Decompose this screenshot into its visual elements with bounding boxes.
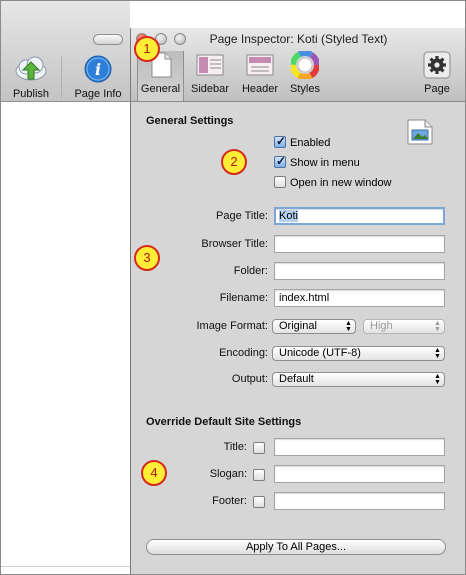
show-in-menu-checkbox-box[interactable] — [274, 154, 286, 168]
folder-label: Folder: — [233, 265, 268, 277]
info-icon: i — [84, 55, 112, 83]
enabled-checkbox[interactable]: Enabled — [274, 134, 331, 150]
output-label: Output: — [231, 373, 268, 385]
output-select[interactable]: Default ▲ ▼ — [272, 372, 445, 387]
tab-sidebar-label: Sidebar — [191, 83, 229, 95]
tab-styles[interactable]: Styles — [285, 51, 325, 101]
override-title-checkbox[interactable] — [253, 442, 265, 454]
page-info-button[interactable]: i Page Info — [69, 54, 127, 100]
popup-arrows-icon: ▲ ▼ — [434, 373, 441, 386]
filename-label: Filename: — [219, 292, 268, 304]
toolbar-separator — [61, 56, 62, 98]
callout-4: 4 — [141, 460, 167, 486]
image-format-label: Image Format: — [196, 320, 268, 332]
tab-page-label: Page — [424, 83, 450, 95]
tab-header[interactable]: Header — [237, 51, 283, 101]
svg-text:i: i — [95, 60, 101, 79]
sidebar-layout-icon — [196, 54, 224, 76]
tab-sidebar[interactable]: Sidebar — [187, 51, 233, 101]
override-title-label: Title: — [223, 441, 247, 453]
apply-to-all-pages-button[interactable]: Apply To All Pages... — [146, 539, 446, 555]
inspector-title: Page Inspector: Koti (Styled Text) — [209, 32, 388, 46]
tab-styles-label: Styles — [290, 83, 320, 95]
tab-general-label: General — [140, 83, 181, 95]
page-title-label: Page Title: — [216, 210, 268, 222]
encoding-label: Encoding: — [219, 347, 268, 359]
page-title-input[interactable]: Koti — [274, 207, 445, 225]
popup-arrows-icon: ▲ ▼ — [434, 320, 441, 333]
page-thumbnail-icon — [407, 119, 433, 145]
encoding-select[interactable]: Unicode (UTF-8) ▲ ▼ — [272, 346, 445, 361]
publish-label: Publish — [12, 88, 50, 100]
image-quality-value: High — [370, 320, 393, 332]
override-footer-label: Footer: — [212, 495, 247, 507]
callout-3: 3 — [134, 245, 160, 271]
popup-arrows-icon: ▲ ▼ — [434, 347, 441, 360]
image-format-value: Original — [279, 320, 317, 332]
toolbar-toggle-button[interactable] — [93, 34, 123, 45]
divider — [1, 566, 130, 567]
encoding-value: Unicode (UTF-8) — [279, 347, 361, 359]
image-quality-select: High ▲ ▼ — [363, 319, 445, 334]
main-toolbar: Publish i Page Info — [1, 1, 130, 102]
override-title-input[interactable] — [274, 438, 445, 456]
enabled-label: Enabled — [290, 137, 331, 149]
callout-2: 2 — [221, 149, 247, 175]
cloud-upload-icon — [15, 56, 47, 81]
callout-1: 1 — [134, 36, 160, 62]
tab-header-label: Header — [241, 83, 279, 95]
show-in-menu-checkbox[interactable]: Show in menu — [274, 154, 360, 170]
tab-page[interactable]: Page — [419, 51, 455, 101]
page-info-label: Page Info — [74, 88, 122, 100]
browser-title-label: Browser Title: — [201, 238, 268, 250]
override-footer-checkbox[interactable] — [253, 496, 265, 508]
filename-input[interactable]: index.html — [274, 289, 445, 307]
general-settings-heading: General Settings — [146, 115, 234, 127]
override-slogan-checkbox[interactable] — [253, 469, 265, 481]
show-in-menu-label: Show in menu — [290, 157, 360, 169]
override-settings-heading: Override Default Site Settings — [146, 416, 302, 428]
page-title-value: Koti — [279, 210, 298, 222]
gear-icon — [423, 51, 451, 79]
output-value: Default — [279, 373, 314, 385]
image-format-select[interactable]: Original ▲ ▼ — [272, 319, 356, 334]
publish-button[interactable]: Publish — [5, 54, 57, 100]
override-slogan-input[interactable] — [274, 465, 445, 483]
host-window-background — [130, 1, 465, 28]
folder-input[interactable] — [274, 262, 445, 280]
enabled-checkbox-box[interactable] — [274, 134, 286, 148]
popup-arrows-icon: ▲ ▼ — [345, 320, 352, 333]
open-in-new-window-checkbox[interactable]: Open in new window — [274, 176, 392, 190]
header-layout-icon — [246, 54, 274, 76]
open-in-new-window-checkbox-box[interactable] — [274, 176, 286, 188]
site-list-pane — [1, 102, 130, 574]
inspector-titlebar: Page Inspector: Koti (Styled Text) Gener… — [130, 28, 465, 102]
browser-title-input[interactable] — [274, 235, 445, 253]
open-in-new-window-label: Open in new window — [290, 177, 392, 189]
color-wheel-icon — [291, 51, 319, 79]
override-footer-input[interactable] — [274, 492, 445, 510]
